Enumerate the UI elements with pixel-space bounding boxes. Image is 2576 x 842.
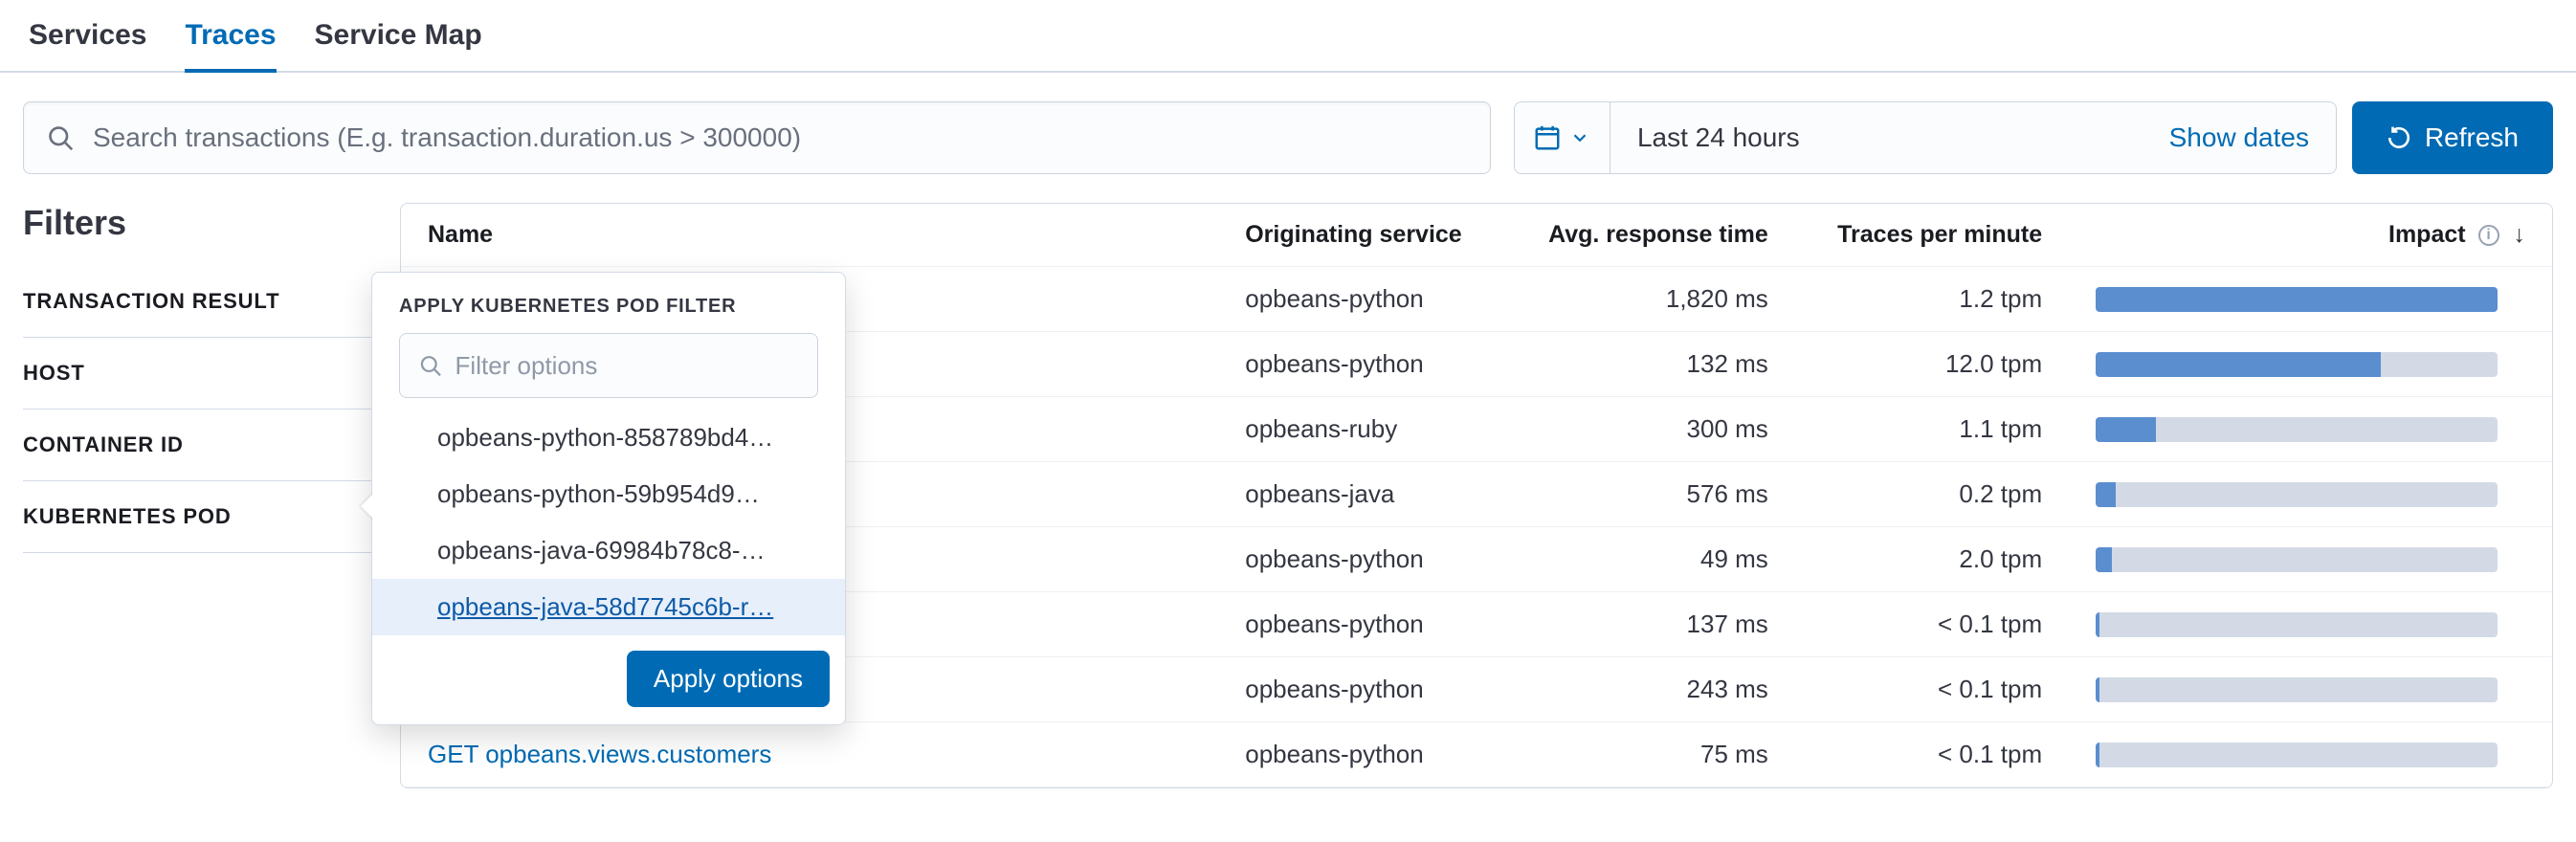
calendar-icon [1533, 123, 1562, 152]
search-box[interactable] [23, 101, 1491, 174]
kubernetes-pod-filter-popover: APPLY KUBERNETES POD FILTER opbeans-pyth… [371, 272, 846, 725]
info-icon[interactable]: i [2478, 225, 2499, 246]
popover-option[interactable]: opbeans-java-69984b78c8-… [372, 522, 845, 579]
col-traces-per-minute[interactable]: Traces per minute [1795, 204, 2069, 267]
cell-tpm: 0.2 tpm [1795, 462, 2069, 527]
popover-option[interactable]: opbeans-python-858789bd4… [372, 410, 845, 466]
cell-tpm: 1.1 tpm [1795, 397, 2069, 462]
col-impact[interactable]: Impact i ↓ [2069, 204, 2552, 267]
popover-options-list: opbeans-python-858789bd4…opbeans-python-… [372, 410, 845, 643]
popover-option[interactable]: opbeans-java-58d7745c6b-r… [372, 579, 845, 635]
cell-avg: 1,820 ms [1505, 267, 1795, 332]
cell-tpm: 12.0 tpm [1795, 332, 2069, 397]
col-name[interactable]: Name [401, 204, 1218, 267]
cell-avg: 300 ms [1505, 397, 1795, 462]
tab-services[interactable]: Services [29, 19, 146, 73]
filter-transaction-result[interactable]: TRANSACTION RESULT [23, 266, 377, 338]
cell-tpm: < 0.1 tpm [1795, 592, 2069, 657]
cell-avg: 49 ms [1505, 527, 1795, 592]
search-input[interactable] [93, 122, 1467, 153]
filter-container-id[interactable]: CONTAINER ID [23, 410, 377, 481]
cell-name[interactable]: GET opbeans.views.customers [401, 722, 1218, 787]
filter-kubernetes-pod[interactable]: KUBERNETES POD [23, 481, 377, 553]
refresh-button[interactable]: Refresh [2352, 101, 2553, 174]
col-avg-response-time[interactable]: Avg. response time [1505, 204, 1795, 267]
cell-service: opbeans-python [1218, 657, 1505, 722]
nav-tabs: Services Traces Service Map [0, 0, 2576, 73]
popover-filter-input[interactable] [455, 351, 798, 381]
cell-tpm: 2.0 tpm [1795, 527, 2069, 592]
filters-panel: Filters TRANSACTION RESULT HOST CONTAINE… [23, 203, 377, 553]
sort-desc-icon: ↓ [2514, 221, 2526, 248]
cell-avg: 137 ms [1505, 592, 1795, 657]
cell-service: opbeans-java [1218, 462, 1505, 527]
date-range-label: Last 24 hours [1637, 122, 1800, 153]
cell-impact [2069, 332, 2552, 397]
popover-title: APPLY KUBERNETES POD FILTER [372, 273, 845, 333]
refresh-label: Refresh [2425, 122, 2519, 153]
cell-impact [2069, 527, 2552, 592]
cell-impact [2069, 267, 2552, 332]
date-picker-button[interactable] [1514, 101, 1610, 174]
tab-service-map[interactable]: Service Map [315, 19, 482, 73]
cell-service: opbeans-python [1218, 527, 1505, 592]
cell-service: opbeans-python [1218, 267, 1505, 332]
cell-service: opbeans-python [1218, 332, 1505, 397]
table-row: GET opbeans.views.customersopbeans-pytho… [401, 722, 2552, 787]
cell-impact [2069, 722, 2552, 787]
toolbar: Last 24 hours Show dates Refresh [0, 73, 2576, 203]
tab-traces[interactable]: Traces [185, 19, 276, 73]
popover-option[interactable]: opbeans-python-59b954d9… [372, 466, 845, 522]
cell-avg: 132 ms [1505, 332, 1795, 397]
search-icon [419, 353, 442, 378]
cell-impact [2069, 397, 2552, 462]
filters-heading: Filters [23, 203, 377, 243]
cell-tpm: 1.2 tpm [1795, 267, 2069, 332]
cell-avg: 576 ms [1505, 462, 1795, 527]
filter-host[interactable]: HOST [23, 338, 377, 410]
cell-tpm: < 0.1 tpm [1795, 722, 2069, 787]
chevron-down-icon [1569, 127, 1590, 148]
cell-service: opbeans-python [1218, 592, 1505, 657]
cell-avg: 75 ms [1505, 722, 1795, 787]
cell-impact [2069, 592, 2552, 657]
cell-impact [2069, 657, 2552, 722]
apply-options-button[interactable]: Apply options [627, 651, 830, 707]
date-range[interactable]: Last 24 hours Show dates [1610, 101, 2337, 174]
refresh-icon [2387, 125, 2411, 150]
col-originating-service[interactable]: Originating service [1218, 204, 1505, 267]
cell-tpm: < 0.1 tpm [1795, 657, 2069, 722]
cell-service: opbeans-ruby [1218, 397, 1505, 462]
popover-search[interactable] [399, 333, 818, 398]
search-icon [47, 124, 74, 151]
cell-avg: 243 ms [1505, 657, 1795, 722]
cell-impact [2069, 462, 2552, 527]
cell-service: opbeans-python [1218, 722, 1505, 787]
show-dates-link[interactable]: Show dates [2169, 122, 2309, 153]
col-impact-label: Impact [2388, 221, 2466, 248]
